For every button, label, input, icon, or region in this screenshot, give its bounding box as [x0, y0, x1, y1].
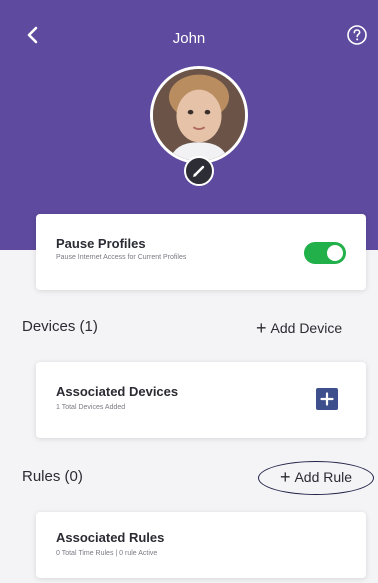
- add-rule-link[interactable]: + Add Rule: [258, 461, 374, 495]
- add-device-label: Add Device: [270, 320, 343, 336]
- question-circle-icon: [347, 25, 367, 45]
- pause-profiles-toggle[interactable]: [304, 242, 346, 264]
- plus-icon: +: [256, 318, 267, 338]
- associated-rules-title: Associated Rules: [56, 530, 165, 545]
- toggle-knob: [327, 245, 343, 261]
- page-title: John: [172, 30, 206, 47]
- pause-profiles-card: Pause Profiles Pause Internet Access for…: [36, 214, 366, 290]
- child-photo: [153, 69, 245, 161]
- add-device-button[interactable]: [316, 388, 338, 410]
- edit-avatar-button[interactable]: [184, 156, 214, 186]
- associated-rules-subtitle: 0 Total Time Rules | 0 rule Active: [56, 550, 158, 557]
- profile-avatar: [150, 66, 248, 164]
- pause-profiles-title: Pause Profiles: [56, 236, 146, 251]
- help-button[interactable]: [346, 24, 368, 46]
- devices-section-label: Devices (1): [22, 318, 98, 335]
- pause-profiles-subtitle: Pause Internet Access for Current Profil…: [56, 254, 187, 261]
- add-rule-label: Add Rule: [294, 469, 353, 485]
- pencil-icon: [193, 165, 205, 177]
- plus-icon: +: [279, 467, 291, 487]
- associated-devices-subtitle: 1 Total Devices Added: [56, 404, 126, 411]
- plus-square-icon: [320, 392, 334, 406]
- associated-rules-card[interactable]: Associated Rules 0 Total Time Rules | 0 …: [36, 512, 366, 578]
- rules-section-label: Rules (0): [22, 468, 83, 485]
- associated-devices-title: Associated Devices: [56, 384, 179, 399]
- add-device-link[interactable]: + Add Device: [256, 318, 342, 339]
- associated-devices-card[interactable]: Associated Devices 1 Total Devices Added: [36, 362, 366, 438]
